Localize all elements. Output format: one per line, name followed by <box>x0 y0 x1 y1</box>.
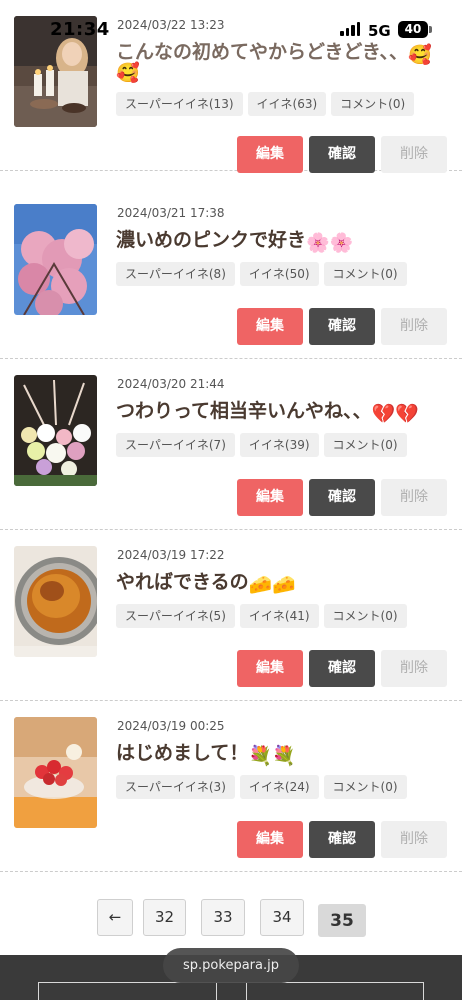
like-count: イイネ(24) <box>239 775 319 799</box>
delete-button[interactable]: 削除 <box>381 479 447 516</box>
comment-count: コメント(0) <box>323 775 407 799</box>
post-title-text: はじめまして！ <box>116 742 249 764</box>
comment-count: コメント(0) <box>323 433 407 457</box>
super-like-count: スーパーイイネ(5) <box>116 604 235 628</box>
post-item: 2024/03/19 00:25 はじめまして！💐💐 スーパーイイネ(3) イイ… <box>0 701 462 872</box>
comment-count: コメント(0) <box>323 262 407 286</box>
post-actions: 編集 確認 削除 <box>237 821 447 858</box>
comment-count: コメント(0) <box>331 92 415 116</box>
cheese-icon: 🧀 <box>248 574 273 596</box>
post-title[interactable]: つわりって相当辛いんやね、、💔💔 <box>116 397 452 428</box>
post-title[interactable]: やればできるの🧀🧀 <box>116 568 452 599</box>
post-item: 2024/03/20 21:44 つわりって相当辛いんやね、、💔💔 スーパーイイ… <box>0 359 462 530</box>
edit-button[interactable]: 編集 <box>237 821 303 858</box>
footer-nav-box <box>38 982 424 1000</box>
delete-button[interactable]: 削除 <box>381 650 447 687</box>
confirm-button[interactable]: 確認 <box>309 136 375 173</box>
post-title-text: こんなの初めてやからどきどき、、 <box>116 41 409 63</box>
post-item: 2024/03/21 17:38 濃いめのピンクで好き🌸🌸 スーパーイイネ(8)… <box>0 188 462 359</box>
edit-button[interactable]: 編集 <box>237 136 303 173</box>
footer-divider <box>246 982 247 1000</box>
page-button[interactable]: 33 <box>201 899 245 936</box>
super-like-count: スーパーイイネ(8) <box>116 262 235 286</box>
post-tags: スーパーイイネ(3) イイネ(24) コメント(0) <box>116 775 407 799</box>
edit-button[interactable]: 編集 <box>237 650 303 687</box>
page-button[interactable]: 34 <box>260 899 304 936</box>
edit-button[interactable]: 編集 <box>237 308 303 345</box>
post-date: 2024/03/19 17:22 <box>117 548 225 562</box>
post-title-text: つわりって相当辛いんやね、、 <box>116 400 372 422</box>
post-title[interactable]: こんなの初めてやからどきどき、、🥰 🥰 <box>116 38 452 84</box>
super-like-count: スーパーイイネ(13) <box>116 92 243 116</box>
like-count: イイネ(50) <box>239 262 319 286</box>
delete-button[interactable]: 削除 <box>381 308 447 345</box>
confirm-button[interactable]: 確認 <box>309 308 375 345</box>
cheese-icon: 🧀 <box>272 574 296 596</box>
post-thumbnail[interactable] <box>14 546 97 657</box>
bouquet-icon: 💐 <box>272 745 296 767</box>
post-title-text: やればできるの <box>116 571 249 593</box>
broken-heart-icon: 💔 <box>395 403 419 425</box>
confirm-button[interactable]: 確認 <box>309 479 375 516</box>
prev-page-button[interactable]: ← <box>97 899 133 936</box>
post-thumbnail[interactable] <box>14 16 97 127</box>
post-thumbnail[interactable] <box>14 375 97 486</box>
post-date: 2024/03/22 13:23 <box>117 18 225 32</box>
bouquet-icon: 💐 <box>248 745 273 767</box>
post-date: 2024/03/20 21:44 <box>117 377 225 391</box>
super-like-count: スーパーイイネ(7) <box>116 433 235 457</box>
post-tags: スーパーイイネ(7) イイネ(39) コメント(0) <box>116 433 407 457</box>
post-thumbnail[interactable] <box>14 717 97 828</box>
like-count: イイネ(41) <box>239 604 319 628</box>
post-date: 2024/03/21 17:38 <box>117 206 225 220</box>
post-actions: 編集 確認 削除 <box>237 308 447 345</box>
current-page-button: 35 <box>318 904 366 937</box>
post-title-text: 濃いめのピンクで好き <box>116 229 307 251</box>
post-tags: スーパーイイネ(5) イイネ(41) コメント(0) <box>116 604 407 628</box>
browser-url-bar[interactable]: sp.pokepara.jp <box>163 948 299 983</box>
delete-button[interactable]: 削除 <box>381 136 447 173</box>
post-item: 2024/03/19 17:22 やればできるの🧀🧀 スーパーイイネ(5) イイ… <box>0 530 462 701</box>
post-actions: 編集 確認 削除 <box>237 650 447 687</box>
edit-button[interactable]: 編集 <box>237 479 303 516</box>
delete-button[interactable]: 削除 <box>381 821 447 858</box>
post-tags: スーパーイイネ(8) イイネ(50) コメント(0) <box>116 262 407 286</box>
post-actions: 編集 確認 削除 <box>237 479 447 516</box>
post-actions: 編集 確認 削除 <box>237 136 447 173</box>
post-item: 2024/03/22 13:23 こんなの初めてやからどきどき、、🥰 🥰 スーパ… <box>0 0 462 173</box>
page-button[interactable]: 32 <box>143 899 186 936</box>
post-date: 2024/03/19 00:25 <box>117 719 225 733</box>
smiling-face-with-hearts-icon: 🥰 <box>408 44 432 66</box>
broken-heart-icon: 💔 <box>371 403 396 425</box>
like-count: イイネ(39) <box>239 433 319 457</box>
post-thumbnail[interactable] <box>14 204 97 315</box>
post-tags: スーパーイイネ(13) イイネ(63) コメント(0) <box>116 92 415 116</box>
super-like-count: スーパーイイネ(3) <box>116 775 235 799</box>
post-title[interactable]: はじめまして！💐💐 <box>116 739 452 770</box>
post-title[interactable]: 濃いめのピンクで好き🌸🌸 <box>116 226 452 257</box>
like-count: イイネ(63) <box>247 92 327 116</box>
comment-count: コメント(0) <box>323 604 407 628</box>
confirm-button[interactable]: 確認 <box>309 650 375 687</box>
cherry-blossom-icon: 🌸 <box>329 232 354 254</box>
footer-divider <box>216 982 217 1000</box>
smiling-face-with-hearts-icon: 🥰 <box>116 62 140 84</box>
cherry-blossom-icon: 🌸 <box>306 232 330 254</box>
confirm-button[interactable]: 確認 <box>309 821 375 858</box>
